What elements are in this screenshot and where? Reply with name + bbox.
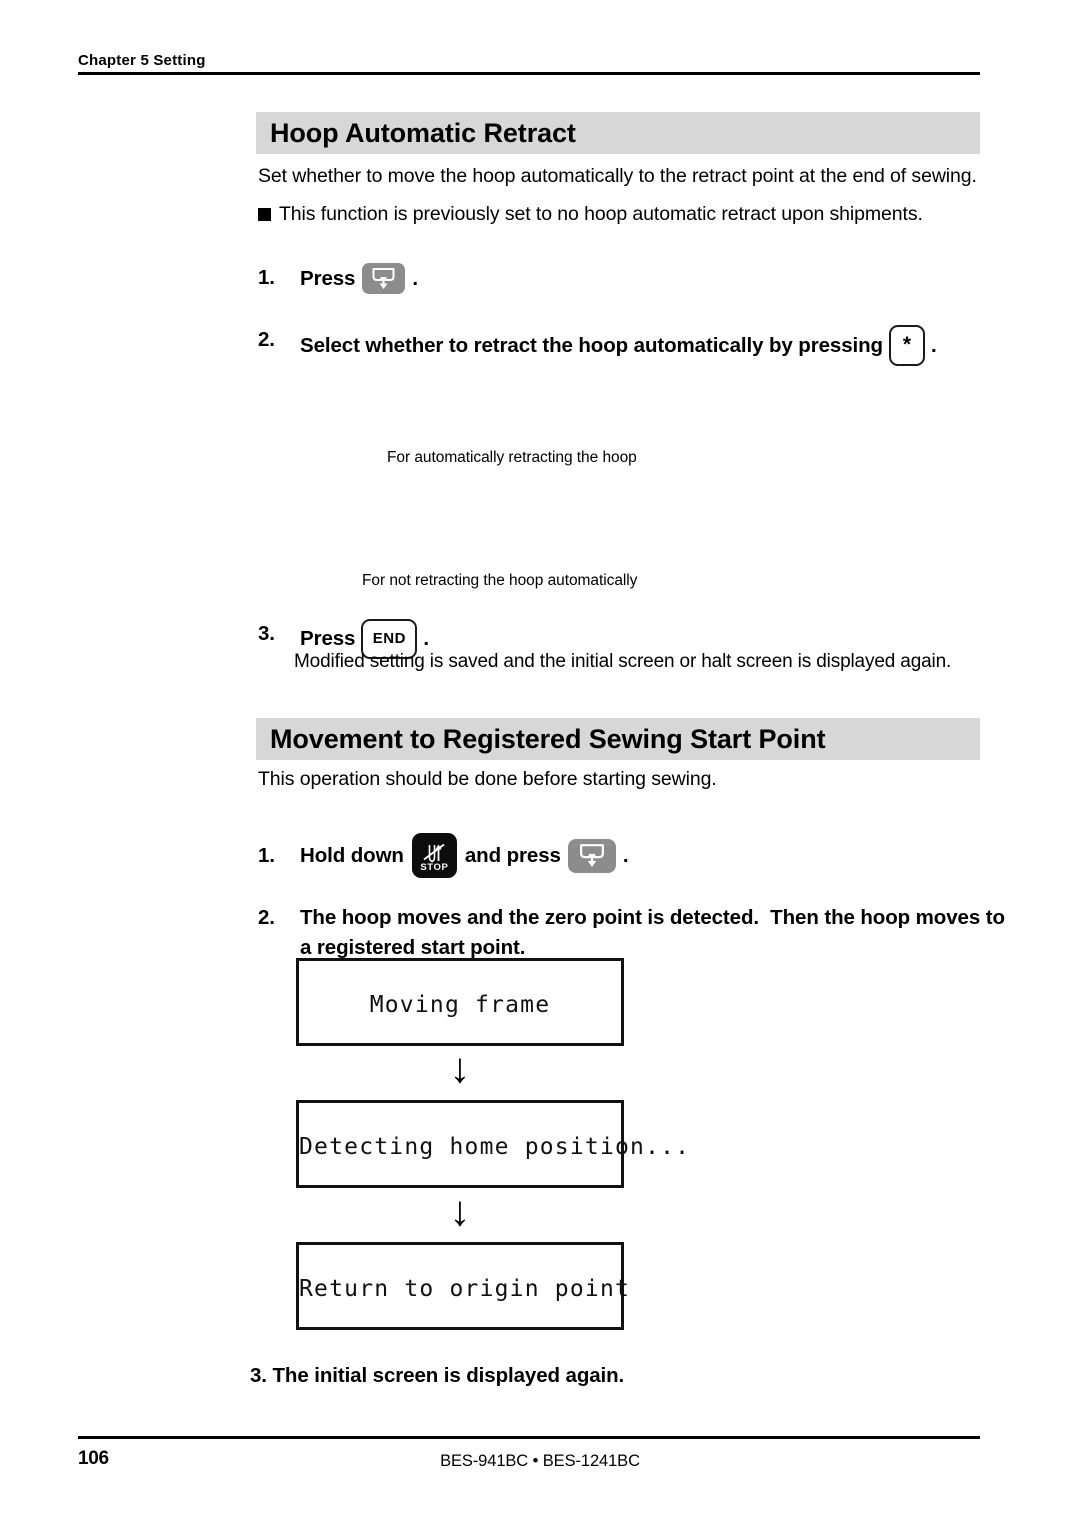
asterisk-key-icon[interactable]: * [888, 325, 925, 366]
stop-key-icon[interactable]: STOP [411, 833, 457, 878]
section-heading-label: Movement to Registered Sewing Start Poin… [270, 724, 826, 754]
section-heading-label: Hoop Automatic Retract [270, 118, 576, 148]
chapter-label: Chapter 5 Setting [78, 52, 206, 69]
step-text-after: . [412, 266, 418, 290]
section2-step-1: 1. Hold down STOP and press . [258, 833, 629, 878]
caption-auto-retract: For automatically retracting the hoop [387, 449, 637, 466]
lcd-screen-detecting-home-position: Detecting home position... [296, 1100, 691, 1188]
section-heading-hoop-automatic-retract: Hoop Automatic Retract [256, 112, 980, 154]
lcd-text: Moving frame [369, 992, 551, 1018]
lcd-text: Detecting home position... [299, 1134, 691, 1160]
flow-arrow-2: ↓ [449, 1187, 471, 1234]
step-number: 2. [258, 906, 275, 929]
step-number: 1. [258, 266, 275, 289]
step-text-before: Press [300, 266, 356, 290]
square-bullet-icon [258, 208, 271, 221]
section1-step-2: 2. Select whether to retract the hoop au… [258, 325, 937, 366]
lcd-text: Return to origin point [299, 1276, 631, 1302]
caption-no-auto-retract: For not retracting the hoop automaticall… [362, 572, 638, 589]
running-header: Chapter 5 Setting [78, 52, 980, 75]
step-text-after: . [930, 333, 937, 357]
document-page: Chapter 5 Setting Hoop Automatic Retract… [0, 0, 1080, 1528]
section2-step-2: 2. The hoop moves and the zero point is … [258, 903, 1005, 963]
hoop-down-arrow-glyph [372, 268, 395, 289]
footer-model-names: BES-941BC • BES-1241BC [440, 1452, 640, 1470]
lcd-screen-return-to-origin-point: Return to origin point [296, 1242, 631, 1330]
section1-step3-note: Modified setting is saved and the initia… [294, 651, 952, 672]
section1-step-1: 1. Press . [258, 263, 418, 294]
hoop-retract-key-icon[interactable] [362, 263, 406, 294]
header-rule [78, 72, 980, 75]
hoop-down-arrow-glyph [579, 844, 604, 867]
section1-intro-text: Set whether to move the hoop automatical… [258, 165, 977, 187]
step-text-after: . [622, 844, 629, 867]
section2-intro-text: This operation should be done before sta… [258, 768, 717, 790]
section-heading-movement-to-registered-sewing-start-point: Movement to Registered Sewing Start Poin… [256, 718, 980, 760]
step-number: 3. [258, 622, 275, 645]
flow-arrow-1: ↓ [449, 1044, 471, 1091]
step-text-before: Hold down [300, 844, 404, 867]
section1-bullet-row: This function is previously set to no ho… [258, 203, 923, 226]
footer-rule [78, 1436, 980, 1439]
step-number: 2. [258, 328, 275, 351]
step-number: 1. [258, 844, 275, 867]
step-text-before: Select whether to retract the hoop autom… [300, 333, 883, 357]
stop-key-label: STOP [420, 861, 449, 873]
section2-step-3: 3. The initial screen is displayed again… [250, 1364, 625, 1387]
lcd-screen-moving-frame: Moving frame [296, 958, 624, 1046]
step-text-line1: The hoop moves and the zero point is det… [300, 906, 1005, 929]
needle-stop-glyph [423, 843, 445, 862]
step-text-middle: and press [464, 844, 561, 867]
hoop-retract-key-icon[interactable] [567, 838, 616, 873]
section1-bullet-text: This function is previously set to no ho… [279, 203, 923, 225]
